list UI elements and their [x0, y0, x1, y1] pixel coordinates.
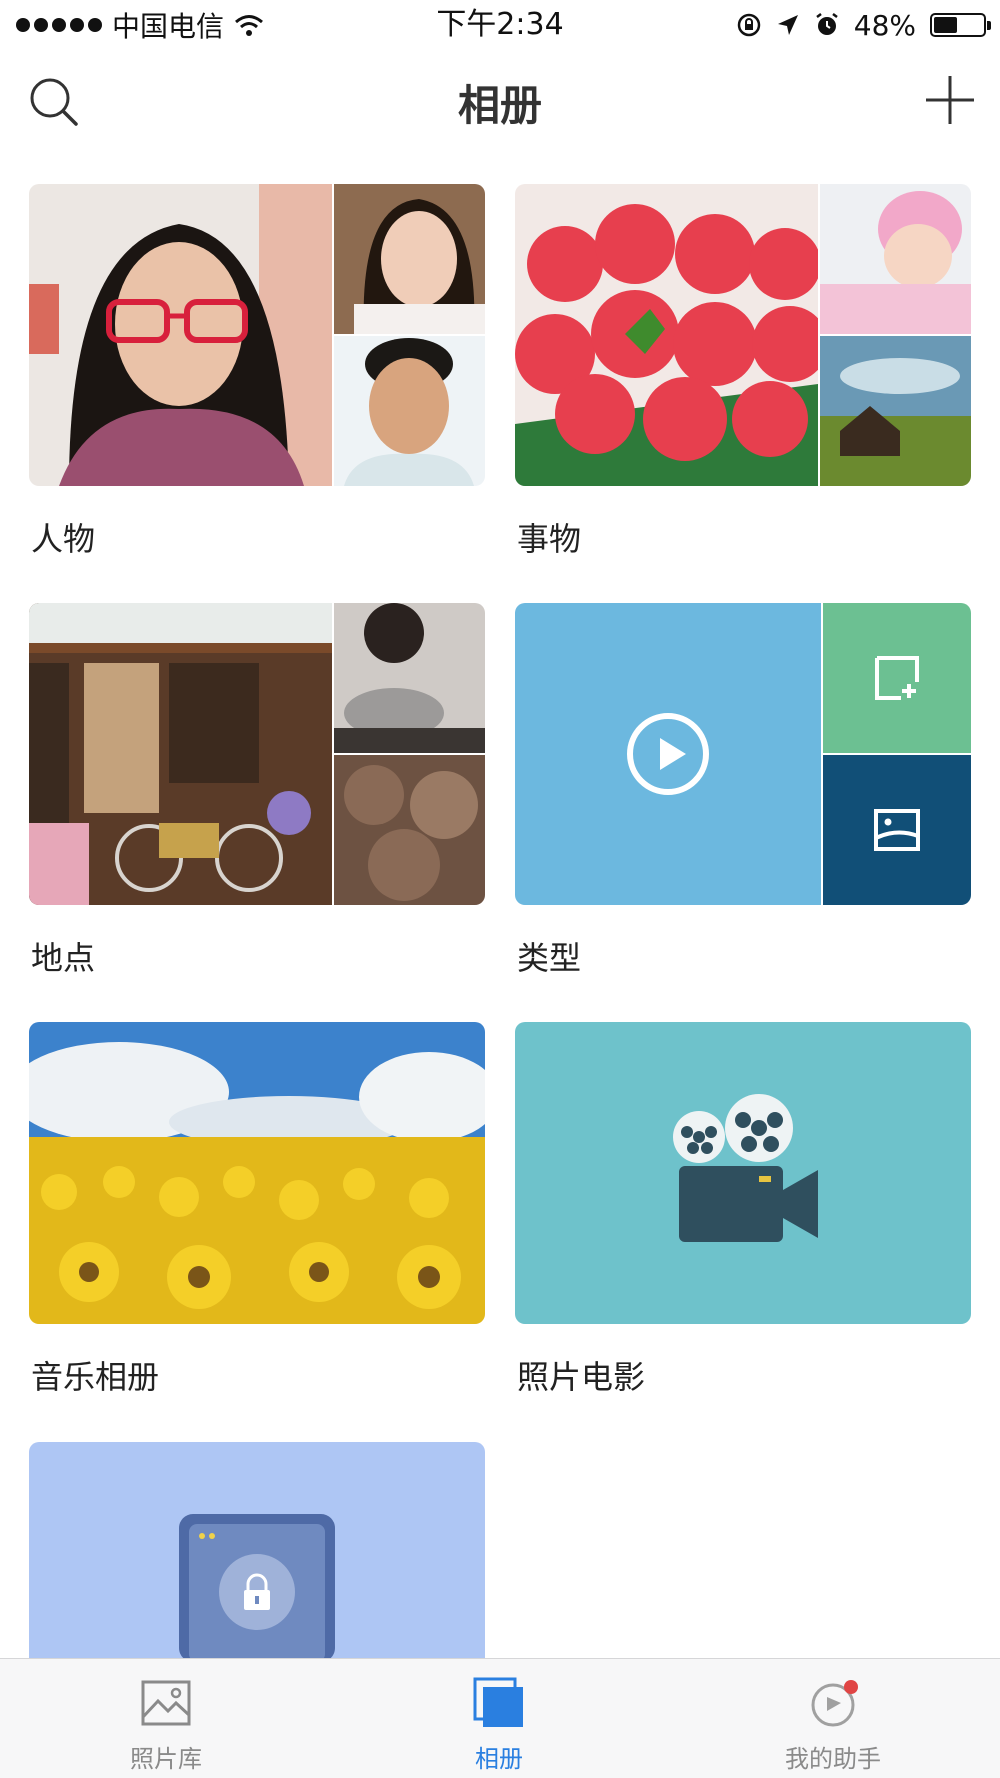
dining-photo — [334, 603, 485, 753]
status-right: 48% — [736, 6, 991, 44]
sunflower-field-photo — [29, 1022, 485, 1324]
album-types-thumbnail — [515, 603, 971, 905]
tab-bar: 照片库 相册 我的助手 — [0, 1658, 1000, 1778]
status-left: 中国电信 — [16, 6, 264, 44]
photo-library-icon — [141, 1680, 191, 1726]
tab-photo-library[interactable]: 照片库 — [41, 1659, 291, 1778]
album-label: 事物 — [517, 520, 582, 558]
landscape-photo — [820, 336, 971, 486]
tab-assistant[interactable]: 我的助手 — [708, 1659, 958, 1778]
album-people-thumbnail — [29, 184, 485, 486]
location-arrow-icon — [777, 15, 798, 35]
screenshot-icon — [875, 656, 919, 700]
tab-label: 我的助手 — [785, 1745, 881, 1773]
add-icon[interactable] — [924, 74, 976, 126]
album-things[interactable]: 事物 — [515, 184, 971, 558]
screenshot-type-tile — [823, 603, 971, 753]
watermelon-photo — [515, 184, 818, 486]
video-type-tile — [515, 603, 821, 905]
person-photo — [334, 184, 485, 334]
album-photo-movie-thumbnail — [515, 1022, 971, 1324]
rotation-lock-icon — [737, 13, 761, 37]
album-music-thumbnail — [29, 1022, 485, 1324]
album-types[interactable]: 类型 — [515, 603, 971, 977]
tab-albums[interactable]: 相册 — [374, 1659, 624, 1778]
album-label: 类型 — [517, 939, 582, 977]
album-things-thumbnail — [515, 184, 971, 486]
assistant-icon — [811, 1680, 858, 1727]
image-type-tile — [823, 755, 971, 905]
carrier-name: 中国电信 — [112, 10, 225, 43]
tab-label: 照片库 — [130, 1745, 202, 1773]
albums-icon — [473, 1677, 523, 1727]
image-icon — [874, 809, 920, 851]
battery-percent: 48% — [853, 8, 916, 42]
person-photo — [29, 184, 332, 486]
tab-label: 相册 — [475, 1745, 523, 1773]
play-icon — [627, 713, 709, 795]
album-label: 照片电影 — [517, 1358, 646, 1396]
album-label: 人物 — [31, 520, 96, 558]
status-bar: 中国电信 下午2:34 48% — [0, 0, 1000, 50]
album-people[interactable]: 人物 — [29, 184, 485, 558]
album-label: 地点 — [31, 939, 96, 977]
person-photo — [334, 336, 485, 486]
nav-bar: 相册 — [0, 50, 1000, 152]
album-music[interactable]: 音乐相册 — [29, 1022, 485, 1396]
food-photo — [334, 755, 485, 905]
page-title: 相册 — [457, 81, 542, 130]
movie-camera-icon — [673, 1094, 818, 1242]
battery-icon — [930, 13, 991, 37]
album-places[interactable]: 地点 — [29, 603, 485, 977]
baby-photo — [820, 184, 971, 334]
shopfront-photo — [29, 603, 332, 905]
alarm-icon — [816, 13, 838, 35]
album-places-thumbnail — [29, 603, 485, 905]
album-photo-movie[interactable]: 照片电影 — [515, 1022, 971, 1396]
album-label: 音乐相册 — [31, 1358, 160, 1396]
signal-strength-icon — [16, 18, 102, 32]
lock-icon — [179, 1514, 335, 1662]
wifi-icon — [235, 15, 263, 36]
